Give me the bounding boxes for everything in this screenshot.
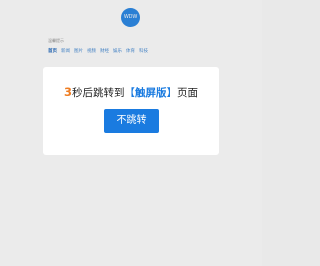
bracket-close: 】 [166,87,178,99]
countdown-number: 3 [63,85,72,99]
message-prefix: 秒后跳转到 [72,87,125,99]
bracket-open: 【 [124,87,136,99]
message-suffix: 页面 [177,87,198,99]
stay-button[interactable]: 不跳转 [104,109,159,133]
redirect-dialog: 3秒后跳转到【触屏版】页面 不跳转 [43,67,219,155]
touch-version-link[interactable]: 触屏版 [135,87,167,99]
redirect-message: 3秒后跳转到【触屏版】页面 [43,85,219,100]
